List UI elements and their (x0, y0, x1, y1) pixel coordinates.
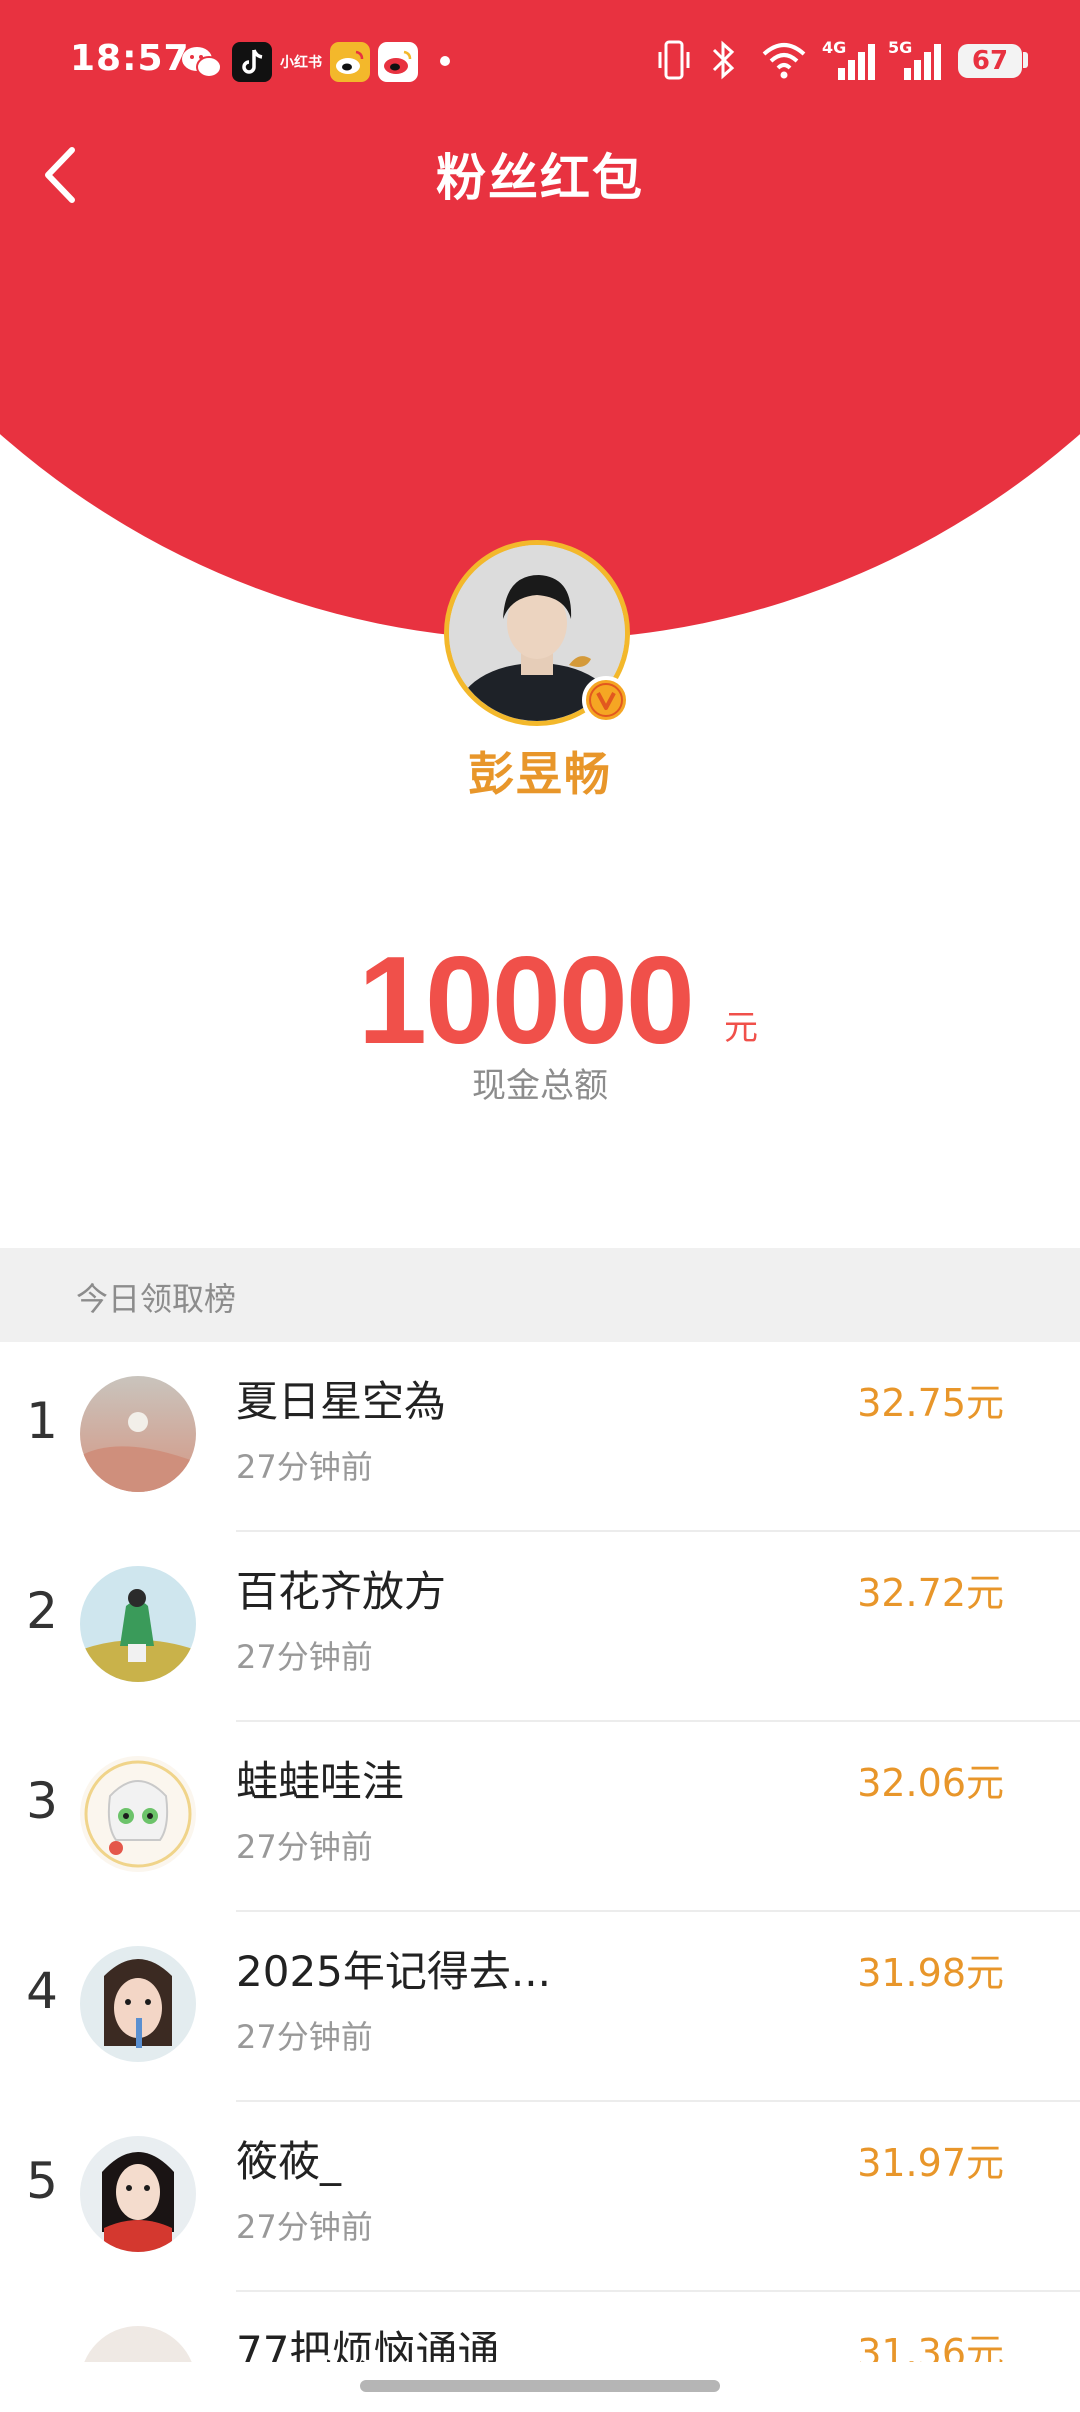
user-name: 77把烦恼通通 (236, 2327, 500, 2362)
vibrate-icon (658, 40, 690, 80)
claim-amount: 32.75元 (857, 1381, 1004, 1425)
user-avatar[interactable] (80, 1566, 196, 1682)
user-avatar[interactable] (80, 1376, 196, 1492)
total-amount-unit: 元 (724, 1008, 758, 1048)
claim-amount: 32.72元 (857, 1571, 1004, 1615)
page-title: 粉丝红包 (436, 149, 644, 207)
leaderboard-header: 今日领取榜 (0, 1248, 1080, 1342)
weibo-icon (378, 42, 418, 82)
battery-tip (1023, 52, 1028, 68)
verified-v-icon (582, 676, 630, 724)
battery-icon: 67 (958, 44, 1022, 78)
user-name: 百花齐放方 (236, 1567, 447, 1616)
claim-amount: 32.06元 (857, 1761, 1004, 1805)
leaderboard-row[interactable]: 77把烦恼通通 31.36元 (0, 2292, 1080, 2362)
bluetooth-icon (712, 40, 735, 80)
signal-4g-icon (838, 44, 875, 80)
user-avatar[interactable] (80, 1946, 196, 2062)
user-avatar[interactable] (80, 2136, 196, 2252)
user-name: 2025年记得去... (236, 1947, 551, 1996)
leaderboard-row[interactable]: 1 夏日星空為 27分钟前 32.75元 (0, 1342, 1080, 1532)
total-amount-label: 现金总额 (472, 1066, 608, 1106)
home-indicator[interactable] (360, 2380, 720, 2392)
claim-amount: 31.36元 (857, 2331, 1004, 2362)
rank-number: 3 (26, 1772, 58, 1830)
weibo-gold-icon (330, 42, 370, 82)
user-name: 夏日星空為 (236, 1377, 447, 1426)
total-amount: 10000 (358, 932, 695, 1070)
tiktok-icon (232, 42, 272, 82)
claim-time: 27分钟前 (236, 1448, 373, 1486)
leaderboard-row[interactable]: 3 蛙蛙哇洼 27分钟前 32.06元 (0, 1722, 1080, 1912)
rank-number: 1 (26, 1392, 58, 1450)
claim-amount: 31.97元 (857, 2141, 1004, 2185)
status-bar: 18:57 小红书 4G 5G 67 (0, 0, 1080, 120)
user-name: 蛙蛙哇洼 (236, 1757, 405, 1806)
host-name[interactable]: 彭昱畅 (0, 738, 1080, 804)
claim-time: 27分钟前 (236, 1828, 373, 1866)
claim-time: 27分钟前 (236, 1638, 373, 1676)
user-name: 筱莜_ (236, 2137, 342, 2186)
leaderboard-title: 今日领取榜 (76, 1280, 237, 1318)
status-time: 18:57 (70, 38, 190, 79)
user-avatar[interactable] (80, 2326, 196, 2362)
leaderboard-row[interactable]: 2 百花齐放方 27分钟前 32.72元 (0, 1532, 1080, 1722)
xiaohongshu-icon: 小红书 (280, 55, 322, 71)
user-avatar[interactable] (80, 1756, 196, 1872)
leaderboard-row[interactable]: 5 筱莜_ 27分钟前 31.97元 (0, 2102, 1080, 2292)
rank-number: 5 (26, 2152, 58, 2210)
claim-amount: 31.98元 (857, 1951, 1004, 1995)
claim-time: 27分钟前 (236, 2018, 373, 2056)
rank-number: 4 (26, 1962, 58, 2020)
dot-icon (440, 56, 450, 66)
wechat-icon (182, 47, 222, 78)
leaderboard-row[interactable]: 4 2025年记得去... 27分钟前 31.98元 (0, 1912, 1080, 2102)
claim-time: 27分钟前 (236, 2208, 373, 2246)
signal-5g-icon (904, 44, 941, 80)
wifi-icon (762, 43, 806, 79)
rank-number: 2 (26, 1582, 58, 1640)
